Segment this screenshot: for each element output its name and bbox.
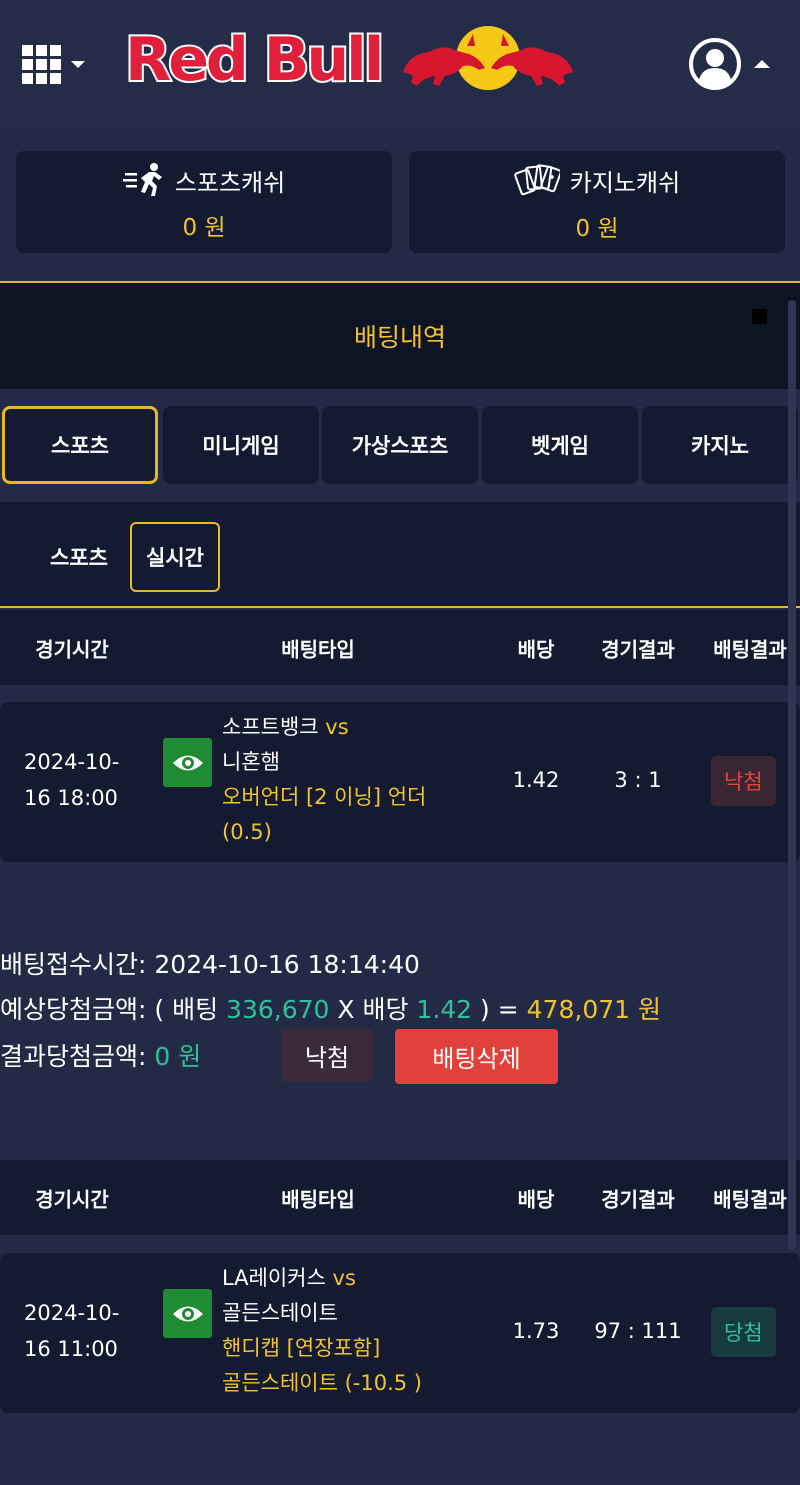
result-label: 결과당첨금액: [0, 1042, 147, 1071]
tab-sports[interactable]: 스포츠 [2, 406, 158, 484]
col-bet-type: 배팅타입 [281, 1187, 355, 1211]
odds-value: 1.42 [512, 768, 560, 792]
col-game-result: 경기결과 [601, 637, 675, 661]
score-value: 97 : 111 [594, 1319, 682, 1343]
expected-label: 예상당첨금액: [0, 995, 147, 1024]
scrollbar[interactable] [788, 300, 796, 1250]
date-line: 2024-10- [24, 750, 120, 774]
chevron-down-icon [71, 61, 85, 68]
away-team: 니혼햄 [222, 750, 280, 774]
table-row: 2024-10- 16 11:00 LA레이커스 vs 골든스테이트 핸디캡 [… [0, 1253, 800, 1413]
eye-icon[interactable] [163, 738, 212, 787]
expected-payout: 예상당첨금액: ( 배팅 336,670 X 배당 1.42 ) = 478,0… [0, 990, 661, 1026]
tab-virtual-sports[interactable]: 가상스포츠 [322, 406, 478, 484]
time-line: 16 18:00 [24, 786, 118, 810]
sports-cash-card: 스포츠캐쉬 0 원 [16, 151, 392, 253]
bet-market: 핸디캡 [연장포함] [222, 1336, 381, 1360]
playing-cards-icon [514, 164, 560, 196]
col-game-time: 경기시간 [35, 637, 109, 661]
square-icon [752, 309, 767, 324]
stake-amount: 336,670 [226, 995, 330, 1024]
score-value: 3 : 1 [614, 768, 662, 792]
red-bull-bulls-logo [403, 25, 574, 90]
col-bet-result: 배팅결과 [713, 637, 787, 661]
bet-market-line: 골든스테이트 (-10.5 ) [222, 1371, 422, 1395]
bet-market: 오버언더 [2 이닝] 언더 [222, 785, 427, 809]
casino-cash-value: 0 원 [575, 216, 619, 242]
receipt-odds: 1.42 [416, 995, 473, 1024]
menu-button[interactable] [22, 42, 97, 87]
tab-casino[interactable]: 카지노 [642, 406, 798, 484]
equals-label: ) = [480, 995, 519, 1024]
away-team: 골든스테이트 [222, 1301, 338, 1325]
user-avatar-icon [689, 38, 741, 90]
status-badge: 당첨 [711, 1307, 776, 1357]
caret-up-icon [754, 60, 770, 68]
sports-cash-value: 0 원 [182, 215, 226, 241]
odds-value: 1.73 [512, 1319, 560, 1343]
casino-cash-label: 카지노캐쉬 [569, 168, 681, 197]
result-amount: 0 원 [154, 1042, 202, 1071]
table-row: 2024-10- 16 18:00 소프트뱅크 vs 니혼햄 오버언더 [2 이… [0, 702, 800, 862]
home-team: 소프트뱅크 [222, 715, 319, 739]
col-game-result: 경기결과 [601, 1187, 675, 1211]
betting-history-header: 배팅내역 [0, 281, 800, 389]
col-bet-result: 배팅결과 [713, 1187, 787, 1211]
col-game-time: 경기시간 [35, 1187, 109, 1211]
game-time: 2024-10- 16 18:00 [24, 744, 119, 816]
subtab-live[interactable]: 실시간 [130, 522, 220, 592]
status-badge: 낙첨 [711, 756, 776, 806]
table-header: 경기시간 배팅타입 배당 경기결과 배팅결과 [0, 1160, 800, 1235]
expected-stake-label: ( 배팅 [154, 995, 219, 1024]
tab-bet-game[interactable]: 벳게임 [482, 406, 638, 484]
red-bull-logo[interactable]: Red Bull [123, 22, 577, 97]
match-info: 소프트뱅크 vs 니혼햄 오버언더 [2 이닝] 언더 (0.5) [222, 710, 426, 850]
subtab-sports[interactable]: 스포츠 [34, 522, 124, 592]
page-title: 배팅내역 [353, 323, 446, 352]
time-line: 16 11:00 [24, 1337, 118, 1361]
bet-market-line: (0.5) [222, 820, 272, 844]
home-team: LA레이커스 [222, 1266, 326, 1290]
grid-menu-icon [22, 45, 61, 84]
col-odds: 배당 [517, 1187, 555, 1211]
col-bet-type: 배팅타입 [281, 637, 355, 661]
bet-receipt-time: 배팅접수시간: 2024-10-16 18:14:40 [0, 945, 420, 981]
casino-cash-card: 카지노캐쉬 0 원 [409, 151, 785, 253]
expected-amount: 478,071 원 [526, 995, 661, 1024]
running-sports-icon [122, 163, 162, 196]
result-payout: 결과당첨금액: 0 원 [0, 1037, 201, 1073]
user-menu-button[interactable] [688, 36, 778, 92]
col-odds: 배당 [517, 637, 555, 661]
tab-minigame[interactable]: 미니게임 [163, 406, 319, 484]
lose-status-button[interactable]: 낙첨 [281, 1029, 373, 1082]
times-odds-label: X 배당 [337, 995, 409, 1024]
match-info: LA레이커스 vs 골든스테이트 핸디캡 [연장포함] 골든스테이트 (-10.… [222, 1261, 422, 1401]
delete-bet-button[interactable]: 배팅삭제 [395, 1029, 558, 1084]
sports-cash-label: 스포츠캐쉬 [174, 168, 286, 197]
table-header: 경기시간 배팅타입 배당 경기결과 배팅결과 [0, 610, 800, 685]
eye-icon[interactable] [163, 1289, 212, 1338]
game-time: 2024-10- 16 11:00 [24, 1295, 119, 1367]
receipt-time-value: 2024-10-16 18:14:40 [154, 950, 420, 979]
subtab-panel: 스포츠 실시간 [0, 502, 800, 608]
vs-label: vs [332, 1266, 356, 1290]
vs-label: vs [325, 715, 349, 739]
logo-text: Red Bull [123, 23, 386, 97]
receipt-time-label: 배팅접수시간: [0, 950, 147, 979]
top-header: Red Bull [0, 0, 800, 130]
date-line: 2024-10- [24, 1301, 120, 1325]
